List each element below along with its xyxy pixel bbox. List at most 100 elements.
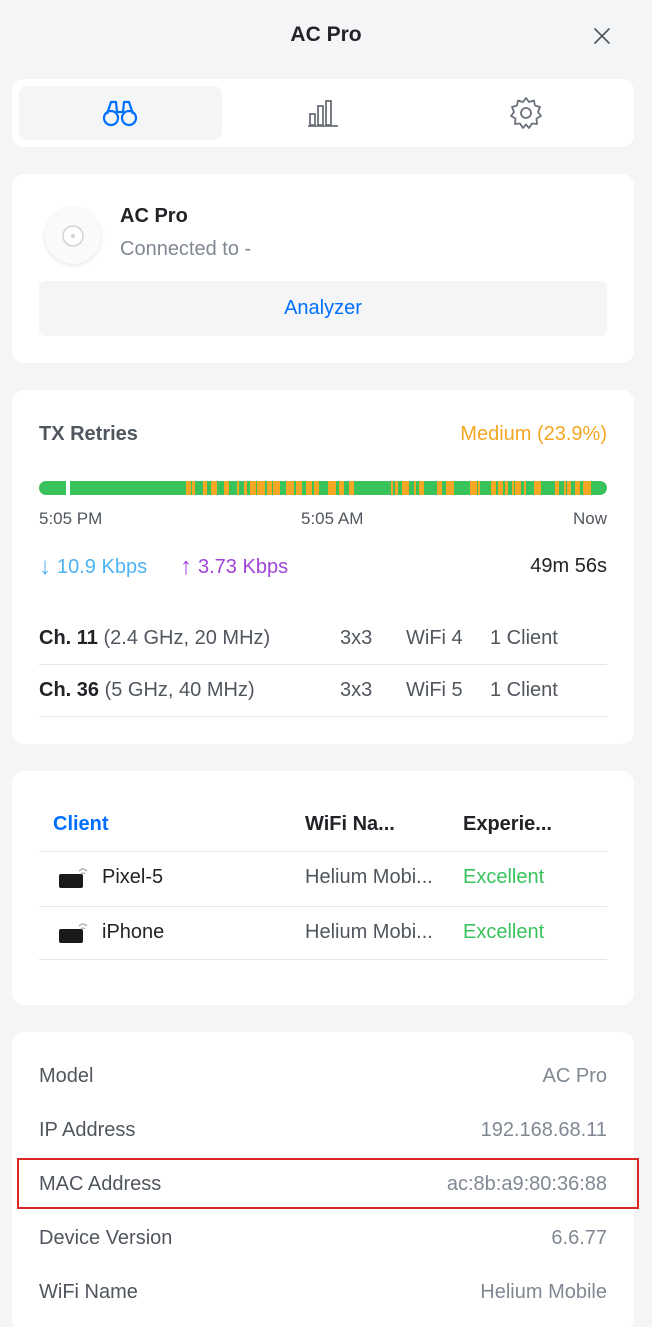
retry-segment [192, 481, 195, 495]
retry-segment [296, 481, 302, 495]
clients-card: Client WiFi Na... Experie... Pixel-5 Hel… [12, 771, 634, 1005]
retry-segment [524, 481, 526, 495]
channel-number: Ch. 36 [39, 679, 100, 701]
channel-row: Ch. 36 (5 GHz, 40 MHz) 3x3 WiFi 5 1 Clie… [39, 665, 607, 717]
retry-segment [491, 481, 496, 495]
retry-segment [564, 481, 566, 495]
device-card: AC Pro Connected to - Analyzer [12, 174, 634, 363]
channel-clients: 1 Client [490, 627, 558, 649]
phone-device-icon [59, 868, 88, 888]
device-avatar [45, 208, 101, 264]
retry-segment [286, 481, 294, 495]
info-value: 6.6.77 [551, 1227, 607, 1249]
retry-segment [257, 481, 265, 495]
retry-segment [203, 481, 207, 495]
retry-segment [391, 481, 393, 495]
download-rate: ↓ 10.9 Kbps [39, 553, 147, 581]
channel-band: (5 GHz, 40 MHz) [99, 679, 255, 701]
device-connection: Connected to - [120, 238, 252, 260]
panel-title: AC Pro [290, 23, 362, 46]
tab-settings[interactable] [424, 86, 627, 140]
time-mid: 5:05 AM [301, 509, 364, 528]
client-row[interactable]: Pixel-5 Helium Mobi... Excellent [39, 851, 607, 905]
retry-segment [267, 481, 272, 495]
retry-segment [395, 481, 398, 495]
retry-segment [314, 481, 319, 495]
retry-segment [211, 481, 217, 495]
device-name: AC Pro [120, 205, 188, 227]
channel-band: (2.4 GHz, 20 MHz) [97, 627, 271, 649]
time-start: 5:05 PM [39, 509, 103, 528]
retry-segment [505, 481, 508, 495]
retry-segment [478, 481, 480, 495]
tab-statistics[interactable] [222, 86, 425, 140]
client-experience: Excellent [463, 866, 545, 888]
uptime: 49m 56s [530, 555, 607, 577]
client-name: Pixel-5 [102, 866, 164, 888]
retry-segment [306, 481, 312, 495]
arrow-down-icon: ↓ [39, 553, 51, 580]
info-value: 192.168.68.11 [480, 1119, 607, 1141]
channel-number: Ch. 11 [39, 627, 98, 649]
retry-segment [446, 481, 454, 495]
tx-retries-value: Medium (23.9%) [460, 423, 607, 445]
retry-segment [567, 481, 571, 495]
close-button[interactable] [590, 24, 614, 48]
analyzer-button[interactable]: Analyzer [39, 281, 607, 336]
retry-segment [250, 481, 256, 495]
tx-retries-label: TX Retries [39, 423, 138, 445]
column-header-client[interactable]: Client [53, 813, 109, 836]
retry-segment [244, 481, 247, 495]
retry-segment [470, 481, 477, 495]
client-wifi-name: Helium Mobi... [305, 921, 433, 943]
gear-icon [509, 97, 542, 129]
retry-segment [419, 481, 424, 495]
phone-device-icon [59, 923, 88, 943]
stats-card: TX Retries Medium (23.9%) 5:05 PM 5:05 A… [12, 390, 634, 744]
retry-segment [498, 481, 503, 495]
channel-mimo: 3x3 [340, 679, 373, 701]
client-name: iPhone [102, 921, 165, 943]
retry-segment [555, 481, 559, 495]
timeline-gap [66, 481, 70, 495]
binoculars-icon [103, 100, 138, 127]
column-header-wifi-name[interactable]: WiFi Na... [305, 813, 395, 836]
retry-segment [186, 481, 191, 495]
client-wifi-name: Helium Mobi... [305, 866, 433, 888]
tab-client-insights[interactable] [19, 86, 222, 140]
info-row-wifi-name: WiFi Name Helium Mobile [39, 1248, 607, 1303]
client-row[interactable]: iPhone Helium Mobi... Excellent [39, 906, 607, 960]
retry-segment [224, 481, 229, 495]
retry-segment [328, 481, 336, 495]
close-icon [594, 28, 610, 44]
tx-retries-timeline [39, 481, 607, 495]
info-value: AC Pro [542, 1065, 607, 1087]
retry-segment [273, 481, 280, 495]
panel-header: AC Pro [0, 0, 652, 70]
info-row-model: Model AC Pro [39, 1032, 607, 1087]
retry-segment [583, 481, 591, 495]
access-point-icon [62, 225, 84, 247]
retry-segment [237, 481, 239, 495]
arrow-up-icon: ↑ [180, 553, 192, 580]
retry-segment [339, 481, 344, 495]
channel-row: Ch. 11 (2.4 GHz, 20 MHz) 3x3 WiFi 4 1 Cl… [39, 613, 607, 665]
client-experience: Excellent [463, 921, 545, 943]
retry-segment [414, 481, 416, 495]
tab-bar [12, 79, 634, 147]
time-end: Now [572, 509, 607, 528]
channel-mimo: 3x3 [340, 627, 373, 649]
highlight-box [17, 1158, 639, 1209]
info-label: Model [39, 1065, 94, 1087]
retry-segment [515, 481, 521, 495]
retry-segment [575, 481, 580, 495]
column-header-experience[interactable]: Experie... [463, 813, 552, 836]
retry-segment [534, 481, 541, 495]
info-label: WiFi Name [39, 1281, 138, 1303]
channel-wifi-standard: WiFi 5 [406, 679, 463, 701]
retry-segment [512, 481, 514, 495]
channel-wifi-standard: WiFi 4 [406, 627, 463, 649]
info-value: Helium Mobile [480, 1281, 607, 1303]
retry-segment [349, 481, 354, 495]
retry-segment [437, 481, 442, 495]
